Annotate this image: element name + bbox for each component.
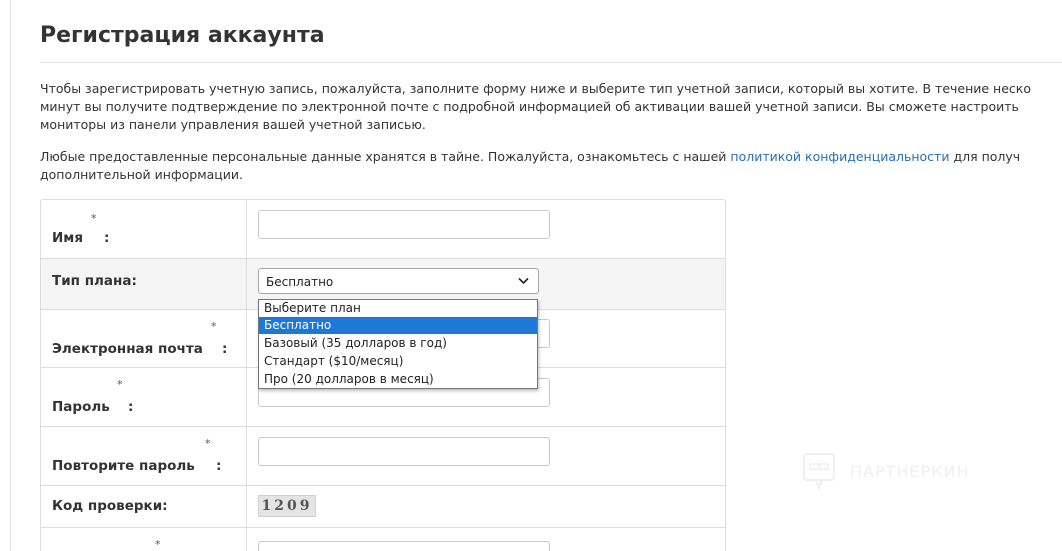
email-label: Электронная почта [52, 341, 203, 357]
watermark-text: ПАРТНЕРКИН [850, 462, 970, 481]
repeat-password-input[interactable] [258, 437, 550, 466]
form-row-captcha-input: * [41, 528, 725, 551]
name-input[interactable] [258, 210, 550, 239]
plan-label: Тип плана: [52, 273, 137, 289]
registration-page: Регистрация аккаунта Чтобы зарегистриров… [0, 0, 1062, 551]
title-divider [40, 62, 1062, 63]
chevron-down-icon [518, 277, 529, 285]
chat-bubble-icon [803, 453, 835, 491]
label-cell: * Пароль : [41, 368, 247, 426]
required-marker: * [205, 437, 211, 450]
captcha-input[interactable] [258, 541, 550, 551]
intro-paragraph: Чтобы зарегистрировать учетную запись, п… [40, 80, 1062, 134]
plan-option[interactable]: Базовый (35 долларов в год) [259, 335, 537, 352]
form-row-name: * Имя : [41, 200, 725, 259]
label-cell: * [41, 528, 247, 551]
intro-line: минут вы получите подтверждение по элект… [40, 99, 1019, 114]
label-cell: Код проверки: [41, 486, 247, 527]
privacy-paragraph: Любые предоставленные персональные данны… [40, 148, 1062, 184]
form-row-captcha: Код проверки: 1209 [41, 486, 725, 528]
privacy-line-1: Любые предоставленные персональные данны… [40, 148, 1062, 166]
label-colon: : [216, 458, 222, 474]
label-cell: * Имя : [41, 200, 247, 258]
privacy-text-after: для получ [949, 149, 1021, 164]
plan-select-value: Бесплатно [266, 275, 334, 289]
label-cell: Тип плана: [41, 259, 247, 309]
name-label: Имя [52, 230, 84, 246]
required-marker: * [117, 378, 123, 391]
plan-dropdown-list: Выберите план Бесплатно Базовый (35 долл… [258, 299, 538, 389]
intro-line: мониторы из панели управления вашей учет… [40, 117, 426, 132]
repeat-password-label: Повторите пароль [52, 458, 195, 474]
page-title: Регистрация аккаунта [40, 23, 325, 48]
plan-option[interactable]: Стандарт ($10/месяц) [259, 353, 537, 370]
watermark: ПАРТНЕРКИН [802, 452, 1022, 492]
label-colon: : [104, 230, 110, 246]
captcha-image: 1209 [258, 495, 316, 517]
privacy-text-before: Любые предоставленные персональные данны… [40, 149, 731, 164]
left-divider [0, 0, 11, 551]
label-cell: * Повторите пароль : [41, 427, 247, 485]
intro-line: Чтобы зарегистрировать учетную запись, п… [40, 81, 1031, 96]
privacy-policy-link[interactable]: политикой конфиденциальности [730, 149, 949, 164]
label-colon: : [222, 341, 228, 357]
plan-option[interactable]: Про (20 долларов в месяц) [259, 371, 537, 388]
required-marker: * [155, 538, 161, 551]
required-marker: * [211, 320, 217, 333]
plan-option[interactable]: Выберите план [259, 300, 537, 317]
form-row-repeat-password: * Повторите пароль : [41, 427, 725, 486]
plan-select[interactable]: Бесплатно [258, 268, 539, 294]
plan-option-selected[interactable]: Бесплатно [259, 317, 537, 334]
password-label: Пароль [52, 399, 110, 415]
label-colon: : [128, 399, 134, 415]
privacy-line-2: дополнительной информации. [40, 167, 244, 182]
label-cell: * Электронная почта : [41, 310, 247, 367]
required-marker: * [91, 212, 97, 225]
captcha-label: Код проверки: [52, 498, 168, 514]
